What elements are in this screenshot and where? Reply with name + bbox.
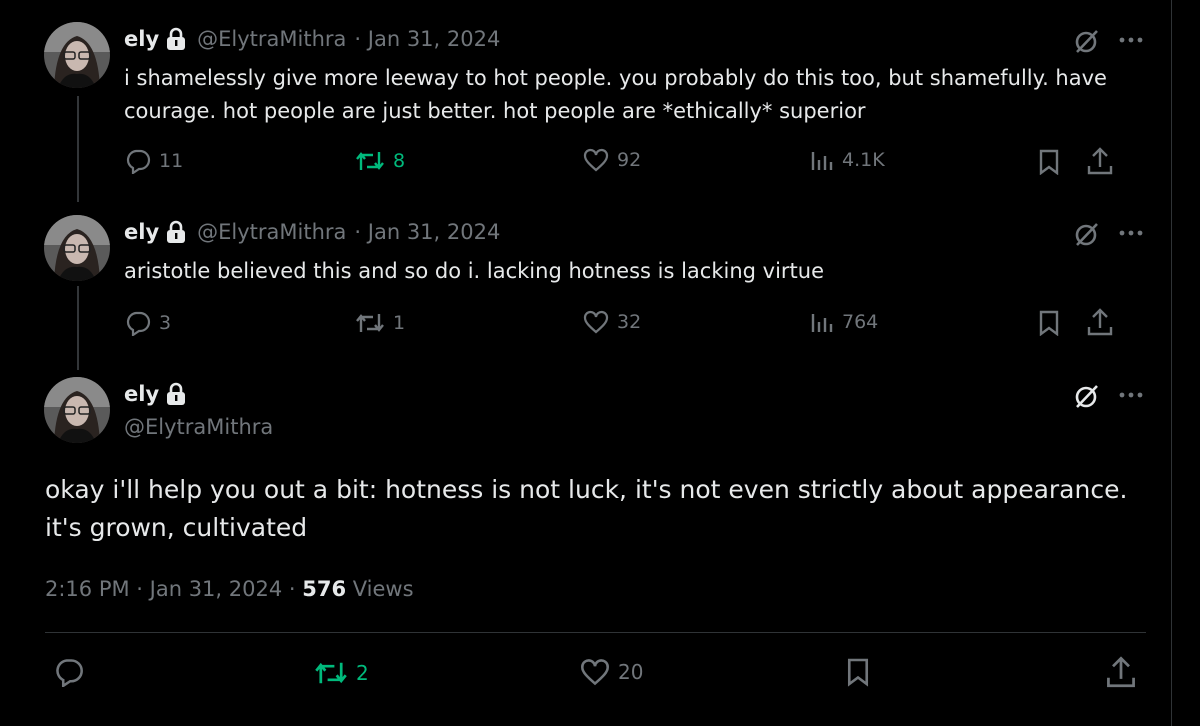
- bookmark-icon[interactable]: [1036, 309, 1062, 337]
- repost-button[interactable]: 8: [355, 148, 405, 174]
- handle[interactable]: @ElytraMithra: [197, 220, 346, 244]
- handle[interactable]: @ElytraMithra: [124, 415, 273, 439]
- display-name[interactable]: ely: [124, 27, 159, 51]
- views-button[interactable]: 4.1K: [810, 148, 885, 172]
- more-icon[interactable]: [1117, 223, 1145, 243]
- like-count: 32: [617, 311, 642, 333]
- thread-line: [77, 96, 79, 202]
- repost-icon: [356, 152, 384, 170]
- like-button[interactable]: 20: [580, 658, 643, 686]
- repost-count: 1: [393, 312, 406, 334]
- repost-count: 8: [393, 150, 406, 172]
- more-icon[interactable]: [1117, 30, 1145, 50]
- analytics-icon: [811, 152, 833, 170]
- main-handle-row: @ElytraMithra: [124, 415, 273, 439]
- bookmark-icon[interactable]: [1036, 148, 1062, 176]
- repost-icon: [356, 314, 384, 332]
- grok-icon[interactable]: [1072, 382, 1102, 410]
- tweet-text: i shamelessly give more leeway to hot pe…: [124, 66, 1107, 123]
- reply-button[interactable]: 3: [125, 310, 171, 336]
- tweet-meta: 2:16 PM · Jan 31, 2024 · 576 Views: [45, 577, 414, 601]
- like-button[interactable]: 32: [583, 310, 641, 334]
- repost-button[interactable]: 2: [314, 658, 369, 688]
- repost-button[interactable]: 1: [355, 310, 405, 336]
- divider: [45, 632, 1146, 633]
- tweet-time[interactable]: 2:16 PM · Jan 31, 2024 ·: [45, 577, 302, 601]
- thread-line: [77, 286, 79, 370]
- avatar[interactable]: [44, 377, 110, 443]
- grok-icon[interactable]: [1072, 27, 1102, 55]
- lock-icon: [165, 382, 187, 406]
- avatar[interactable]: [44, 22, 110, 88]
- views-count: 4.1K: [842, 149, 885, 171]
- repost-icon: [315, 662, 347, 684]
- avatar[interactable]: [44, 215, 110, 281]
- heart-icon: [581, 659, 609, 686]
- views-count: 764: [842, 311, 879, 333]
- main-tweet-text: okay i'll help you out a bit: hotness is…: [45, 475, 1128, 542]
- views-label: Views: [346, 577, 414, 601]
- tweet-header: ely @ElytraMithra · Jan 31, 2024: [124, 27, 500, 51]
- like-count: 20: [618, 660, 644, 684]
- column-border: [1171, 0, 1172, 726]
- display-name[interactable]: ely: [124, 382, 159, 406]
- share-icon[interactable]: [1105, 655, 1137, 689]
- share-icon[interactable]: [1086, 307, 1114, 337]
- tweet-date[interactable]: · Jan 31, 2024: [354, 27, 500, 51]
- tweet-header: ely @ElytraMithra · Jan 31, 2024: [124, 220, 500, 244]
- share-icon[interactable]: [1086, 146, 1114, 176]
- views-count: 576: [302, 577, 347, 601]
- heart-icon: [583, 148, 609, 172]
- tweet-text: aristotle believed this and so do i. lac…: [124, 259, 825, 283]
- reply-button[interactable]: 11: [125, 148, 183, 174]
- display-name[interactable]: ely: [124, 220, 159, 244]
- more-icon[interactable]: [1117, 385, 1145, 405]
- like-button[interactable]: 92: [583, 148, 641, 172]
- repost-count: 2: [356, 661, 369, 685]
- heart-icon: [583, 310, 609, 334]
- views-button[interactable]: 764: [810, 310, 878, 334]
- reply-icon[interactable]: [54, 656, 84, 688]
- like-count: 92: [617, 149, 642, 171]
- tweet-date[interactable]: · Jan 31, 2024: [354, 220, 500, 244]
- analytics-icon: [811, 314, 833, 332]
- reply-count: 11: [159, 150, 184, 172]
- main-tweet-header: ely: [124, 382, 187, 406]
- reply-icon: [126, 311, 151, 336]
- lock-icon: [165, 27, 187, 51]
- grok-icon[interactable]: [1072, 220, 1102, 248]
- handle[interactable]: @ElytraMithra: [197, 27, 346, 51]
- lock-icon: [165, 220, 187, 244]
- bookmark-icon[interactable]: [844, 656, 872, 688]
- reply-count: 3: [159, 312, 172, 334]
- reply-icon: [126, 149, 151, 174]
